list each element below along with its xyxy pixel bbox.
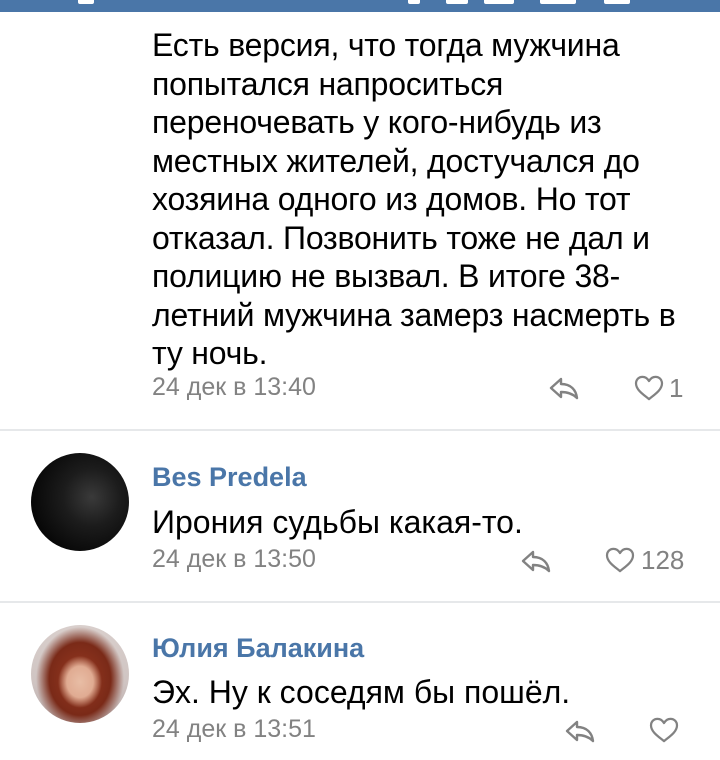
comment-time[interactable]: 24 дек в 13:50 (152, 545, 316, 574)
comment-author[interactable]: Bes Predela (152, 462, 307, 493)
heart-icon[interactable] (605, 547, 635, 573)
heart-icon[interactable] (634, 375, 664, 401)
comment-text: Ирония судьбы какая-то. (152, 504, 523, 540)
divider (0, 429, 720, 431)
status-icon (484, 0, 514, 4)
status-icon (78, 0, 94, 4)
heart-icon[interactable] (649, 717, 679, 743)
comment-text: Есть версия, что тогда мужчина попытался… (152, 27, 676, 371)
avatar[interactable] (31, 453, 129, 551)
status-icon (446, 0, 468, 4)
like-count: 128 (641, 545, 685, 575)
status-icon (604, 0, 630, 4)
comment-author[interactable]: Юлия Балакина (152, 633, 364, 664)
reply-arrow-icon[interactable] (564, 719, 596, 743)
status-icon (408, 0, 420, 4)
avatar[interactable] (31, 625, 129, 723)
comment-time[interactable]: 24 дек в 13:51 (152, 715, 316, 744)
reply-arrow-icon[interactable] (520, 549, 552, 573)
like-count: 1 (669, 373, 684, 403)
comment-time[interactable]: 24 дек в 13:40 (152, 373, 316, 402)
comment-text: Эх. Ну к соседям бы пошёл. (152, 674, 571, 710)
reply-arrow-icon[interactable] (548, 376, 580, 400)
divider (0, 601, 720, 603)
status-bar (0, 0, 720, 12)
status-icon (540, 0, 576, 4)
